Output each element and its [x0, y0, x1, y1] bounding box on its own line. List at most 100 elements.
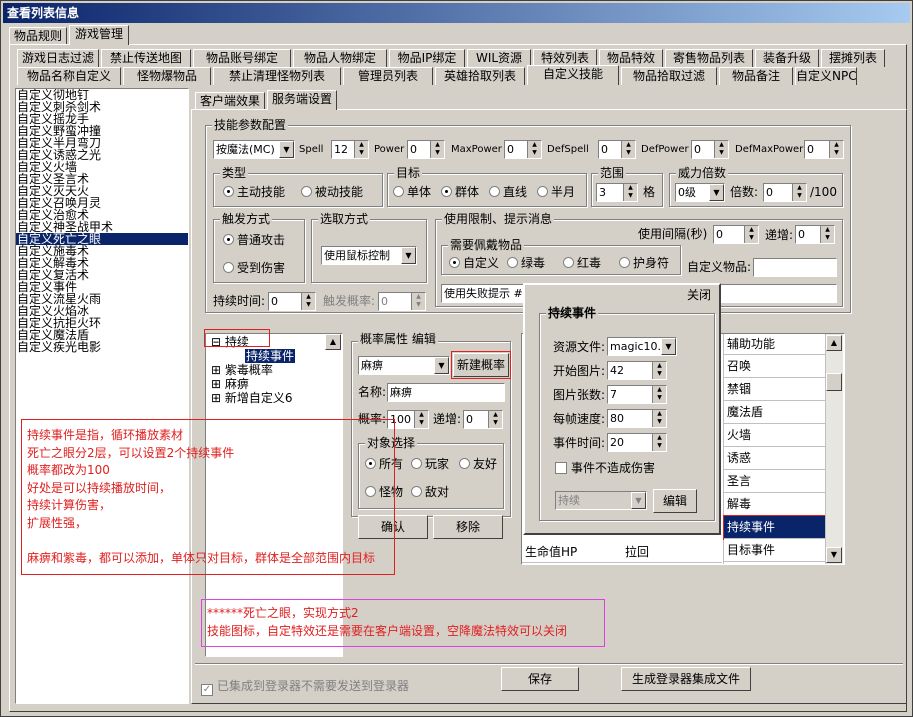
aux-list[interactable]: 辅助功能 召唤 禁锢 魔法盾 火墙 诱惑 圣言 解毒 持续事件 目标事件 — [723, 334, 827, 564]
popup-close-button[interactable]: 关闭 — [687, 288, 711, 302]
tab-game-manage[interactable]: 游戏管理 — [69, 25, 129, 45]
chevron-down-icon[interactable]: ▼ — [434, 357, 449, 374]
integrated-checkbox[interactable]: ✓ 已集成到登录器不需要发送到登录器 — [201, 679, 409, 696]
count-input[interactable]: 7 ▲ ▼ — [607, 385, 667, 404]
spin-icon[interactable]: ▲ ▼ — [623, 184, 637, 201]
type-active-radio[interactable]: 主动技能 — [223, 185, 285, 199]
chevron-down-icon[interactable]: ▼ — [709, 184, 724, 201]
tab-item-rules[interactable]: 物品规则 — [9, 27, 67, 45]
tab-9[interactable]: 寄售物品列表 — [665, 49, 753, 67]
tab-row2-6[interactable]: 自定义技能 — [527, 65, 619, 85]
spin-icon[interactable]: ▲ ▼ — [714, 141, 728, 158]
tab-row2-8[interactable]: 物品备注 — [719, 67, 793, 85]
aux-item[interactable]: 持续事件 — [723, 515, 827, 540]
trigger-hurt-radio[interactable]: 受到伤害 — [223, 261, 285, 275]
list-item[interactable]: 自定义疾光电影 — [16, 341, 188, 353]
tab-row2-7[interactable]: 物品拾取过滤 — [621, 67, 717, 85]
tab-4[interactable]: 物品人物绑定 — [293, 49, 387, 67]
duration-input[interactable]: 0 ▲ ▼ — [268, 292, 316, 311]
scroll-thumb[interactable] — [826, 373, 842, 391]
tree-node-purple[interactable]: ⊞ 紫毒概率 — [211, 363, 273, 377]
equip-custom-radio[interactable]: 自定义 — [449, 256, 499, 270]
spin-icon[interactable]: ▲ ▼ — [792, 184, 806, 201]
spin-icon[interactable]: ▲ ▼ — [411, 293, 425, 310]
equip-green-radio[interactable]: 绿毒 — [507, 256, 545, 270]
skill-list[interactable]: 自定义彻地钉 自定义刺杀剑术 自定义摇龙手 自定义野蛮冲撞 自定义半月弯刀 自定义诱惑之光… — [15, 88, 189, 704]
chevron-down-icon[interactable]: ▼ — [661, 338, 676, 355]
generate-file-button[interactable]: 生成登录器集成文件 — [621, 667, 751, 691]
spin-icon[interactable]: ▲ ▼ — [621, 141, 635, 158]
spin-icon[interactable]: ▲ ▼ — [430, 141, 444, 158]
scroll-down-icon[interactable]: ▼ — [826, 547, 842, 563]
tab-row2-4[interactable]: 管理员列表 — [343, 67, 433, 85]
popup-event-select[interactable]: 持续 ▼ — [555, 491, 647, 510]
save-button[interactable]: 保存 — [501, 667, 579, 691]
spin-icon[interactable]: ▲ ▼ — [652, 386, 666, 403]
spin-icon[interactable]: ▲ ▼ — [527, 141, 541, 158]
prob-combo[interactable]: 麻痹 ▼ — [358, 356, 450, 375]
tab-row2-1[interactable]: 物品名称自定义 — [17, 67, 121, 85]
tree-node-paralyze[interactable]: ⊞ 麻痹 — [211, 377, 249, 391]
tab-row2-3[interactable]: 禁止清理怪物列表 — [213, 67, 341, 85]
spin-icon[interactable]: ▲ ▼ — [820, 226, 834, 243]
select-method-select[interactable]: 使用鼠标控制 ▼ — [321, 246, 417, 265]
scroll-up-icon[interactable]: ▲ — [325, 334, 341, 350]
tree-node-duration-event[interactable]: 持续事件 — [245, 349, 296, 363]
tab-1[interactable]: 游戏日志过滤 — [17, 49, 99, 67]
tree-node-custom6[interactable]: ⊞ 新增自定义6 — [211, 391, 293, 405]
aux-item[interactable]: 火墙 — [724, 424, 826, 447]
equip-red-radio[interactable]: 红毒 — [563, 256, 601, 270]
popup-edit-button[interactable]: 编辑 — [653, 489, 697, 513]
interval-inc-input[interactable]: 0 ▲ ▼ — [795, 225, 835, 244]
aux-item[interactable]: 圣言 — [724, 470, 826, 493]
tab-server-settings[interactable]: 服务端设置 — [267, 90, 337, 110]
equip-amulet-radio[interactable]: 护身符 — [619, 256, 669, 270]
trigger-attack-radio[interactable]: 普通攻击 — [223, 233, 285, 247]
aux-item[interactable]: 召唤 — [724, 355, 826, 378]
range-input[interactable]: 3 ▲ ▼ — [596, 183, 638, 202]
spin-icon[interactable]: ▲ ▼ — [652, 362, 666, 379]
chevron-down-icon[interactable]: ▼ — [401, 247, 416, 264]
tab-2[interactable]: 禁止传送地图 — [101, 49, 191, 67]
tab-3[interactable]: 物品账号绑定 — [193, 49, 291, 67]
spin-icon[interactable]: ▲ ▼ — [354, 141, 368, 158]
aux-item[interactable]: 诱惑 — [724, 447, 826, 470]
chevron-down-icon[interactable]: ▼ — [279, 141, 294, 158]
power-input[interactable]: 0 ▲ ▼ — [407, 140, 445, 159]
spin-icon[interactable]: ▲ ▼ — [488, 411, 502, 428]
interval-input[interactable]: 0 ▲ ▼ — [713, 225, 759, 244]
new-prob-button[interactable]: 新建概率 — [451, 351, 511, 379]
aux-item[interactable]: 解毒 — [724, 493, 826, 516]
trigger-prob-input[interactable]: 0 ▲ ▼ — [378, 292, 426, 311]
tab-6[interactable]: WIL资源 — [467, 49, 531, 67]
scroll-up-icon[interactable]: ▲ — [826, 335, 842, 351]
target-half-radio[interactable]: 半月 — [537, 185, 575, 199]
target-group-radio[interactable]: 群体 — [441, 185, 479, 199]
tab-11[interactable]: 摆摊列表 — [821, 49, 885, 67]
chevron-down-icon[interactable]: ▼ — [631, 492, 646, 509]
tab-row2-2[interactable]: 怪物爆物品 — [123, 67, 211, 85]
mult-input[interactable]: 0 ▲ ▼ — [763, 183, 807, 202]
spin-icon[interactable]: ▲ ▼ — [829, 141, 843, 158]
aux-item[interactable]: 禁锢 — [724, 378, 826, 401]
spin-icon[interactable]: ▲ ▼ — [652, 434, 666, 451]
level-select[interactable]: 0级 ▼ — [675, 183, 725, 202]
remove-button[interactable]: 移除 — [433, 515, 503, 539]
prob-inc-input[interactable]: 0 ▲ ▼ — [463, 410, 503, 429]
obj-enemy-radio[interactable]: 敌对 — [411, 485, 449, 499]
obj-player-radio[interactable]: 玩家 — [411, 457, 449, 471]
defspell-input[interactable]: 0 ▲ ▼ — [598, 140, 636, 159]
table-cell-hp[interactable]: 生命值HP — [522, 542, 622, 563]
prob-name-input[interactable]: 麻痹 — [387, 383, 505, 402]
table-cell-pull[interactable]: 拉回 — [622, 542, 722, 563]
tab-10[interactable]: 装备升级 — [755, 49, 819, 67]
obj-friendly-radio[interactable]: 友好 — [459, 457, 497, 471]
speed-input[interactable]: 80 ▲ ▼ — [607, 409, 667, 428]
aux-item[interactable]: 目标事件 — [724, 539, 826, 562]
type-passive-radio[interactable]: 被动技能 — [301, 185, 363, 199]
aux-scrollbar[interactable] — [825, 334, 843, 564]
spin-icon[interactable]: ▲ ▼ — [414, 411, 428, 428]
custom-item-input[interactable] — [753, 258, 837, 277]
no-damage-checkbox[interactable]: 事件不造成伤害 — [555, 461, 655, 475]
aux-item[interactable]: 魔法盾 — [724, 401, 826, 424]
